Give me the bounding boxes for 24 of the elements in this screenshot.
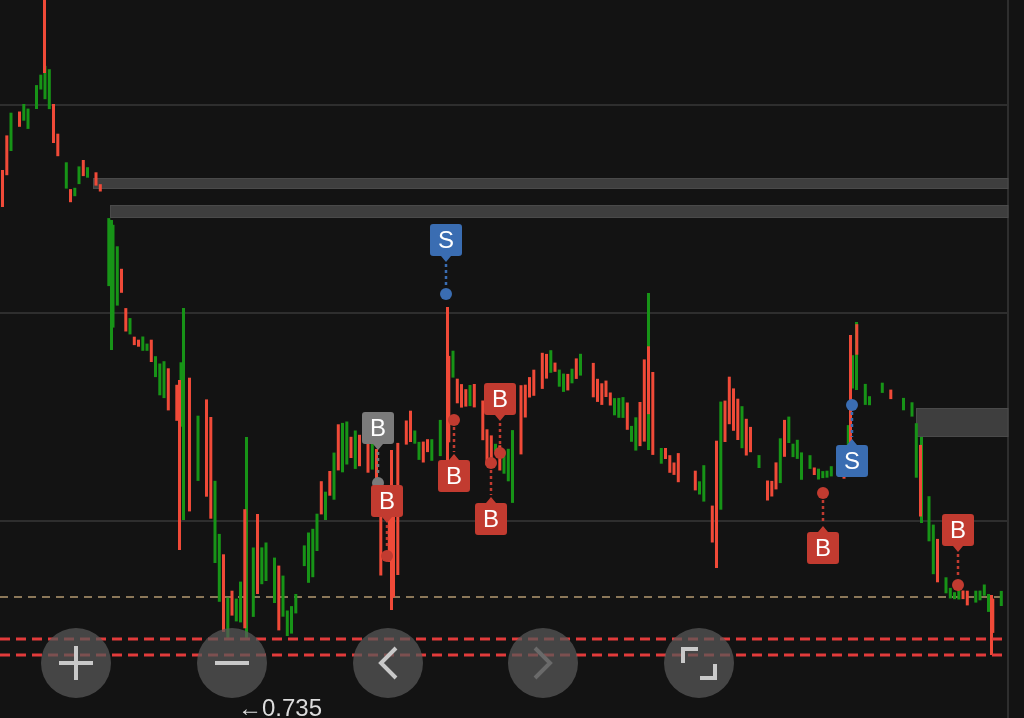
leader-line <box>444 264 448 287</box>
chevron-right-icon <box>533 646 554 680</box>
leader-line <box>489 470 493 495</box>
trade-marker: B <box>475 497 507 535</box>
trade-marker: B <box>438 454 470 492</box>
leader-line <box>498 423 502 446</box>
plus-icon <box>59 646 93 680</box>
trade-marker: B <box>484 383 516 421</box>
chevron-left-icon <box>377 646 398 680</box>
trade-marker: B <box>371 485 403 523</box>
trade-marker: S <box>836 439 868 477</box>
leader-line <box>376 452 380 476</box>
minus-icon <box>214 661 249 665</box>
leader-line <box>452 427 456 452</box>
leader-line <box>385 525 389 549</box>
trade-marker: B <box>807 526 839 564</box>
trade-marker: B <box>942 514 974 552</box>
leader-line <box>956 554 960 578</box>
trade-marker: B <box>362 412 394 450</box>
price-label: ←0.735 <box>238 698 323 718</box>
fullscreen-icon <box>681 646 717 680</box>
trade-marker: S <box>430 224 462 262</box>
leader-line <box>821 500 825 524</box>
leader-line <box>850 412 854 437</box>
